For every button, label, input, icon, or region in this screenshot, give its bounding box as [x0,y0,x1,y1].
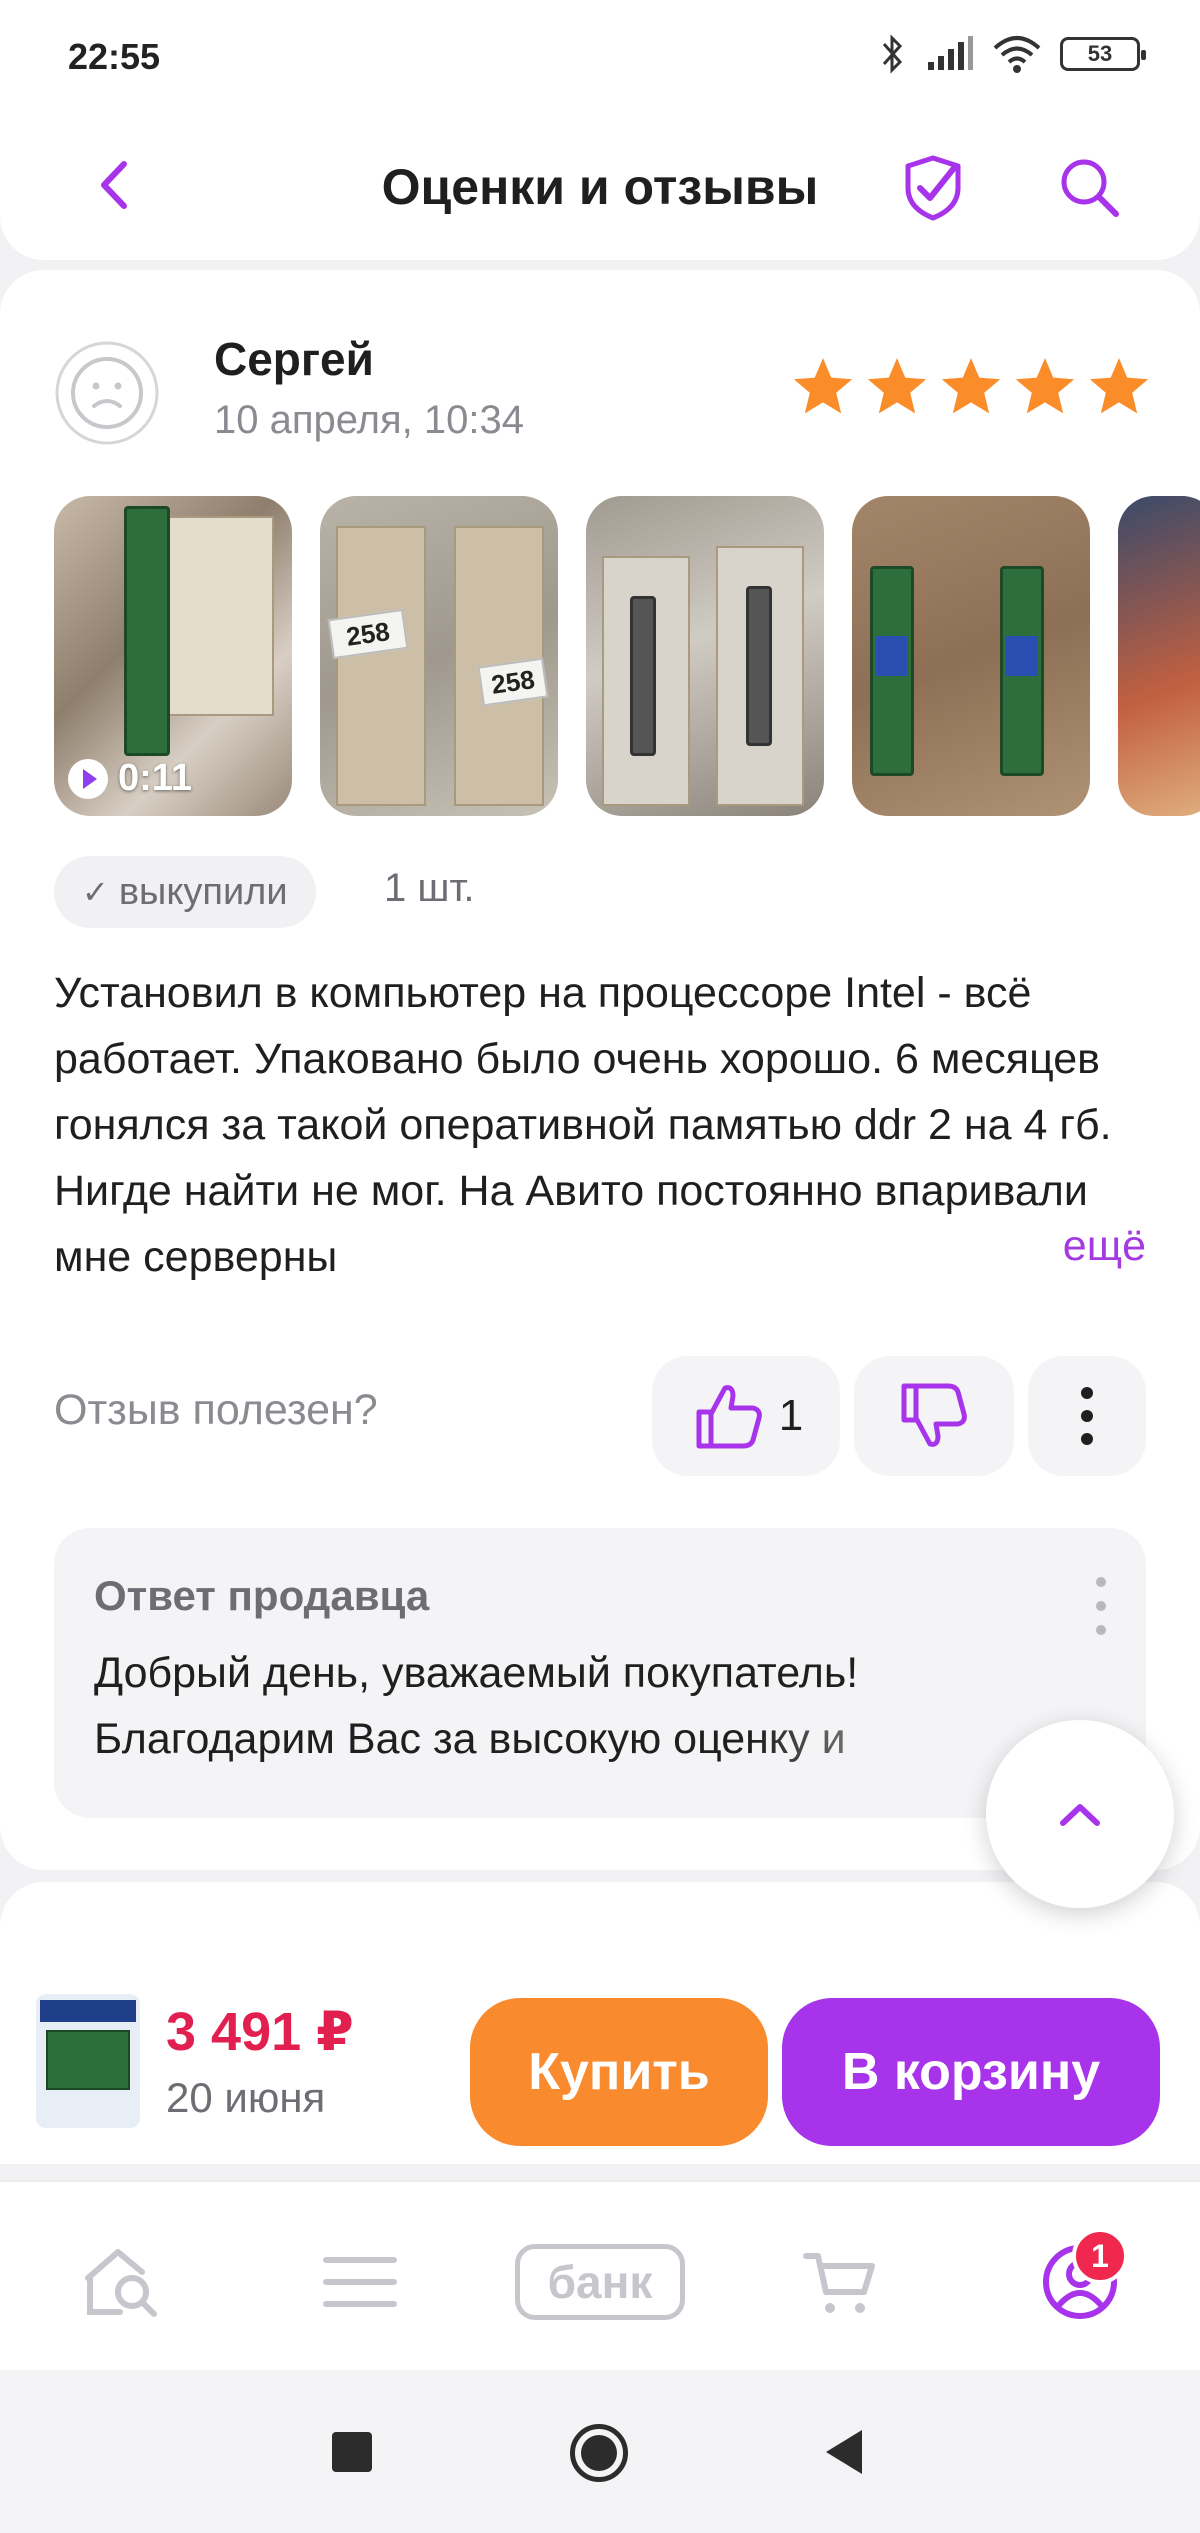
review-card: Сергей 10 апреля, 10:34 0:11 258 258 ✓ в… [0,270,1200,1870]
rating-stars [790,354,1152,420]
star-icon [793,358,853,414]
system-nav-bar [0,2370,1200,2533]
product-price: 3 491 ₽ [166,2002,354,2062]
more-vertical-icon [1081,1387,1093,1445]
seller-reply-title: Ответ продавца [94,1572,430,1619]
bought-label: выкупили [118,870,288,913]
review-photos: 0:11 258 258 [54,496,1200,816]
chevron-up-icon [1060,1804,1100,1826]
delivery-date: 20 июня [166,2074,326,2121]
page-title: Оценки и отзывы [381,159,819,215]
review-author: Сергей [214,333,374,385]
tab-profile[interactable]: 1 [1030,2228,1130,2332]
helpful-question: Отзыв полезен? [54,1386,378,1434]
star-icon [1089,358,1149,414]
status-time: 22:55 [68,36,161,77]
read-more-link[interactable]: ещё [1002,1222,1146,1271]
signal-icon [928,36,973,70]
more-options-button[interactable] [1028,1356,1146,1476]
product-thumbnail[interactable] [36,1994,140,2128]
profile-badge: 1 [1072,2228,1128,2284]
seller-reply: Ответ продавца Добрый день, уважаемый по… [54,1528,1146,1818]
review-photo[interactable]: 258 258 [320,496,558,816]
thumbs-down-icon [901,1383,967,1447]
status-icons: 53 [878,34,1146,74]
menu-icon [323,2257,397,2307]
bluetooth-icon [882,34,903,74]
star-icon [1015,358,1075,414]
scroll-top-button[interactable] [986,1720,1174,1908]
tab-catalog[interactable] [310,2232,410,2332]
video-badge: 0:11 [68,757,192,800]
review-photo[interactable] [1118,496,1200,816]
review-date: 10 апреля, 10:34 [214,398,524,442]
add-to-cart-button[interactable]: В корзину [782,1998,1160,2146]
back-button[interactable] [826,2430,862,2474]
star-icon [867,358,927,414]
check-icon: ✓ [82,874,109,910]
cart-icon [803,2253,875,2313]
play-icon [68,758,108,799]
home-button[interactable] [570,2424,628,2482]
review-photo[interactable] [586,496,824,816]
thumbs-up-icon [696,1385,762,1449]
tab-bank[interactable]: банк [510,2232,690,2332]
wifi-icon [993,36,1041,73]
tab-home[interactable] [72,2232,172,2332]
shield-check-icon[interactable] [896,150,970,224]
review-photo[interactable] [852,496,1090,816]
like-button[interactable]: 1 [652,1356,840,1476]
recent-apps-button[interactable] [332,2432,372,2472]
dislike-button[interactable] [854,1356,1014,1476]
review-text: Установил в компьютер на процессоре Inte… [54,969,1112,1281]
buy-bar: 3 491 ₽ 20 июня Купить В корзину [0,1948,1200,2164]
video-duration: 0:11 [118,757,192,799]
tab-cart[interactable] [790,2232,890,2332]
battery-icon: 53 [1060,37,1146,71]
bought-quantity: 1 шт. [384,866,475,910]
review-video-thumbnail[interactable]: 0:11 [54,496,292,816]
buy-button[interactable]: Купить [470,1998,768,2146]
search-icon[interactable] [1052,150,1126,224]
more-vertical-icon[interactable] [1094,1574,1108,1638]
avatar-icon [55,341,159,445]
bottom-tab-bar: банк 1 [0,2180,1200,2370]
status-bar: 22:55 53 [0,0,1200,110]
star-icon [941,358,1001,414]
bank-icon: банк [515,2244,685,2320]
bought-badge: ✓ выкупили [54,856,316,928]
app-header: Оценки и отзывы [0,110,1200,260]
like-count: 1 [778,1391,804,1440]
home-search-icon [85,2249,157,2317]
